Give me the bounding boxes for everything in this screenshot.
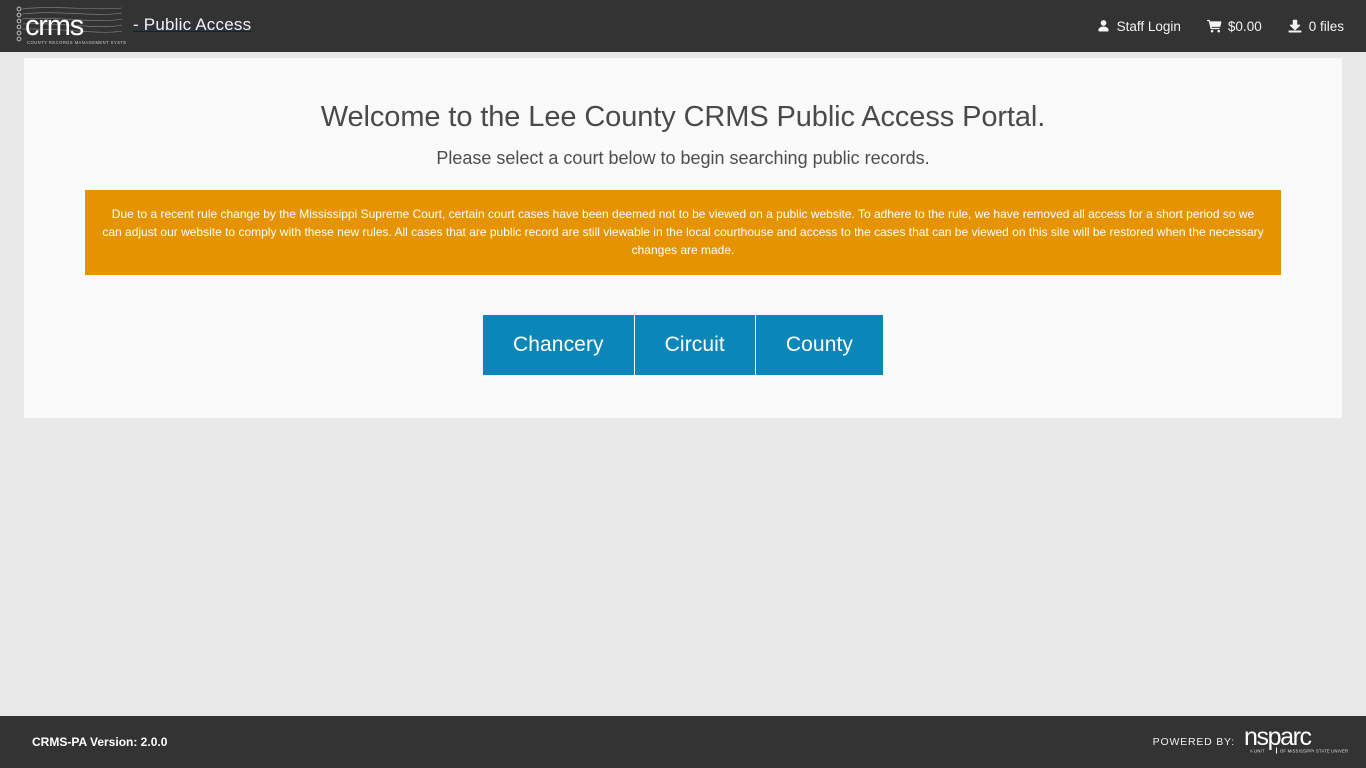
- page-footer: CRMS-PA Version: 2.0.0 POWERED BY: nspar…: [0, 716, 1366, 768]
- powered-by-group: POWERED BY: nsparc A UNIT OF MISSISSIPPI…: [1152, 723, 1366, 760]
- brand-suffix-text: - Public Access: [133, 14, 252, 34]
- cart-total-link[interactable]: $0.00: [1206, 18, 1262, 34]
- court-selection-button-group: Chancery Circuit County: [482, 315, 884, 375]
- rule-change-alert-banner: Due to a recent rule change by the Missi…: [85, 190, 1281, 275]
- county-court-button[interactable]: County: [754, 315, 884, 375]
- cart-total-label: $0.00: [1227, 18, 1262, 34]
- main-content-card: Welcome to the Lee County CRMS Public Ac…: [24, 58, 1342, 418]
- svg-text:A UNIT: A UNIT: [1250, 748, 1265, 753]
- circuit-court-button[interactable]: Circuit: [633, 315, 755, 375]
- app-version-label: CRMS-PA Version: 2.0.0: [32, 735, 168, 749]
- navbar-right-group: Staff Login $0.00 0 files: [1096, 0, 1366, 52]
- top-navbar: crms COUNTY RECORDS MANAGEMENT SYSTEM - …: [0, 0, 1366, 52]
- svg-text:nsparc: nsparc: [1244, 725, 1312, 751]
- download-icon: [1288, 19, 1303, 34]
- svg-text:OF MISSISSIPPI STATE UNIVERSIT: OF MISSISSIPPI STATE UNIVERSITY™: [1280, 748, 1348, 753]
- files-download-label: 0 files: [1308, 18, 1344, 34]
- shopping-cart-icon: [1206, 19, 1222, 34]
- page-title: Welcome to the Lee County CRMS Public Ac…: [320, 101, 1046, 133]
- files-download-link[interactable]: 0 files: [1288, 19, 1344, 34]
- user-icon: [1096, 19, 1111, 34]
- brand-logo-link[interactable]: crms COUNTY RECORDS MANAGEMENT SYSTEM - …: [0, 0, 251, 52]
- nsparc-logo-icon: nsparc A UNIT OF MISSISSIPPI STATE UNIVE…: [1244, 723, 1362, 760]
- staff-login-label: Staff Login: [1116, 18, 1181, 34]
- svg-text:COUNTY RECORDS MANAGEMENT SYST: COUNTY RECORDS MANAGEMENT SYSTEM: [27, 40, 126, 45]
- svg-text:crms: crms: [25, 10, 84, 42]
- page-subtitle: Please select a court below to begin sea…: [436, 147, 930, 168]
- chancery-court-button[interactable]: Chancery: [482, 315, 634, 375]
- crms-logo-icon: crms COUNTY RECORDS MANAGEMENT SYSTEM: [14, 5, 126, 47]
- powered-by-label: POWERED BY:: [1152, 736, 1235, 748]
- nsparc-logo-link[interactable]: nsparc A UNIT OF MISSISSIPPI STATE UNIVE…: [1244, 723, 1362, 760]
- staff-login-link[interactable]: Staff Login: [1096, 19, 1181, 34]
